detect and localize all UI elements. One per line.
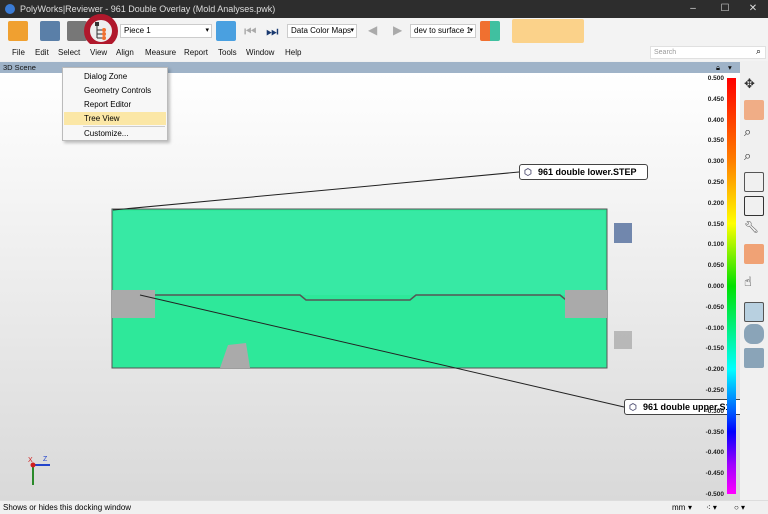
menu-align[interactable]: Align: [116, 48, 134, 57]
app-logo-icon: [5, 4, 15, 14]
previous-icon[interactable]: ◀: [368, 23, 388, 43]
window-title: PolyWorks|Reviewer - 961 Double Overlay …: [20, 4, 276, 14]
scale-tick-label: 0.400: [707, 116, 724, 124]
cube-view-icon[interactable]: [744, 172, 764, 192]
piece-select[interactable]: Piece 1: [120, 24, 212, 38]
chevron-down-icon[interactable]: ▾: [688, 501, 692, 514]
scale-tick-label: 0.300: [707, 158, 724, 166]
scale-tick-label: -0.100: [705, 324, 724, 332]
scale-tick-label: -0.300: [705, 407, 724, 415]
scale-tick-label: 0.250: [707, 179, 724, 186]
scale-tick-label: 0.100: [707, 241, 724, 249]
scale-tick-label: -0.250: [705, 387, 724, 394]
search-input[interactable]: Search: [650, 46, 766, 59]
main-toolbar: Piece 1 ⏮ ⏭ Data Color Maps ◀ ▶ dev to s…: [0, 14, 768, 48]
menu-item-customize[interactable]: Customize...: [64, 127, 166, 140]
menu-item-report-editor[interactable]: Report Editor: [64, 98, 166, 111]
rotate-icon[interactable]: ○ ▾: [734, 501, 745, 514]
chevron-down-icon[interactable]: ▾: [728, 62, 732, 73]
close-button[interactable]: ✕: [738, 0, 768, 18]
tree-view-button[interactable]: [84, 14, 118, 48]
menu-item-dialog-zone[interactable]: Dialog Zone: [64, 70, 166, 83]
deviation-select[interactable]: dev to surface 1: [410, 24, 476, 38]
last-icon[interactable]: ⏭: [266, 23, 286, 43]
first-icon[interactable]: ⏮: [244, 23, 264, 43]
axis-widget-upper: [614, 223, 632, 243]
scale-tick-label: 0.200: [707, 199, 724, 207]
scale-tick-label: -0.150: [705, 345, 724, 353]
scale-tick-label: 0.450: [707, 95, 724, 103]
zoom-fit-icon[interactable]: ⌕: [744, 124, 764, 144]
left-block: [112, 290, 155, 318]
right-block: [565, 290, 607, 318]
scale-tick-label: 0.000: [707, 283, 724, 290]
lower-part-label[interactable]: ⬡ 961 double lower.STEP: [519, 164, 648, 180]
menu-report[interactable]: Report: [184, 48, 208, 57]
scale-tick-label: -0.400: [705, 449, 724, 457]
open-folder-icon[interactable]: [8, 21, 28, 41]
menu-tools[interactable]: Tools: [218, 48, 237, 57]
pan-zoom-icon[interactable]: ✥: [744, 76, 764, 96]
scale-tick-label: 0.350: [707, 137, 724, 145]
scale-tick-label: 0.150: [707, 220, 724, 228]
axis-x-label: X: [28, 457, 33, 464]
color-maps-select[interactable]: Data Color Maps: [287, 24, 357, 38]
menu-view[interactable]: View: [90, 48, 107, 57]
status-bar: Shows or hides this docking window mm ▾ …: [0, 500, 768, 514]
display-toggles[interactable]: [512, 19, 584, 43]
maximize-button[interactable]: ☐: [710, 0, 740, 18]
window-icon[interactable]: [744, 302, 764, 322]
axis-z-label: Z: [43, 456, 48, 463]
menu-window[interactable]: Window: [246, 48, 274, 57]
points-icon[interactable]: ⁖ ▾: [706, 501, 717, 514]
menu-item-tree-view[interactable]: Tree View: [64, 112, 166, 125]
lock-icon[interactable]: 🔒︎: [716, 62, 720, 73]
menu-select[interactable]: Select: [58, 48, 80, 57]
database-icon[interactable]: [216, 21, 236, 41]
part-icon: ⬡: [524, 167, 532, 177]
align-view-icon[interactable]: [744, 100, 764, 120]
scale-tick-label: 0.500: [707, 75, 724, 82]
view-dropdown-menu: Dialog Zone Geometry Controls Report Edi…: [62, 67, 168, 141]
title-bar: PolyWorks|Reviewer - 961 Double Overlay …: [0, 0, 768, 18]
scale-tick-label: 0.050: [707, 262, 724, 270]
view-toolbar: ✥ ⌕ ⌕ 🔧︎ ☝︎: [740, 62, 768, 500]
minimize-button[interactable]: –: [678, 0, 708, 18]
scene-title: 3D Scene: [3, 63, 36, 72]
color-scale-icon[interactable]: [480, 21, 500, 41]
scale-tick-label: -0.200: [705, 366, 724, 374]
menu-file[interactable]: File: [12, 48, 25, 57]
display-settings-icon[interactable]: [744, 196, 764, 216]
search-icon[interactable]: ⌕: [756, 46, 761, 57]
menu-edit[interactable]: Edit: [35, 48, 49, 57]
menu-measure[interactable]: Measure: [145, 48, 176, 57]
scale-tick-label: -0.050: [705, 303, 724, 311]
add-shape-icon[interactable]: [744, 324, 764, 344]
swap-shape-icon[interactable]: [744, 348, 764, 368]
menu-help[interactable]: Help: [285, 48, 301, 57]
save-icon[interactable]: [40, 21, 60, 41]
wrench-icon[interactable]: 🔧︎: [744, 220, 764, 240]
status-message: Shows or hides this docking window: [3, 503, 132, 512]
zoom-select-icon[interactable]: ⌕: [744, 148, 764, 168]
tree-view-icon: [95, 22, 106, 40]
axis-widget-lower: [614, 331, 632, 349]
color-scale-bar: [727, 78, 736, 494]
annotation-move-icon[interactable]: [744, 244, 764, 264]
unit-select[interactable]: mm: [672, 501, 685, 514]
scale-tick-label: -0.450: [705, 470, 724, 478]
scale-tick-label: -0.350: [705, 428, 724, 436]
menu-item-geometry-controls[interactable]: Geometry Controls: [64, 84, 166, 97]
hand-pointer-icon[interactable]: ☝︎: [744, 274, 764, 294]
scale-tick-label: -0.500: [705, 491, 724, 498]
part-icon: ⬡: [629, 402, 637, 412]
